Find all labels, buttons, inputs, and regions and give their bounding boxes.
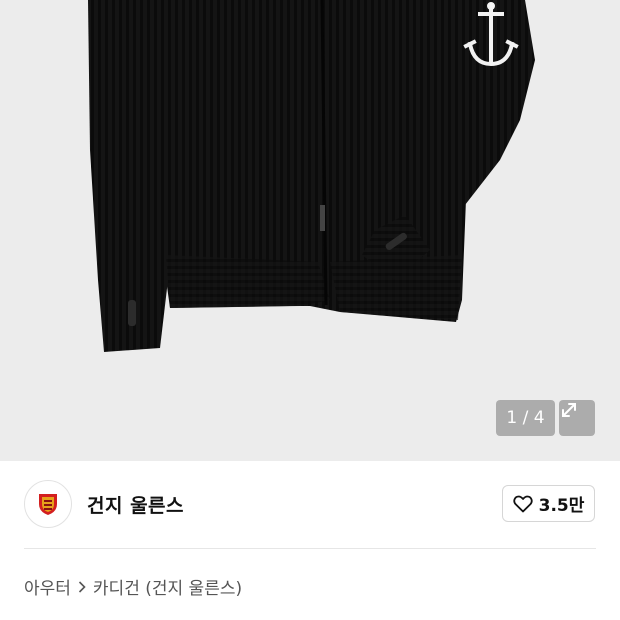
breadcrumb: 아우터 카디건 (건지 울른스) [24, 574, 242, 599]
product-title-partial [24, 612, 354, 620]
sweater-image [88, 0, 535, 352]
product-page: 1 / 4 건지 울른스 3.5만 아우터 카디건 (건지 울른스) [0, 0, 620, 620]
expand-arrows-icon [562, 403, 576, 417]
product-image-gallery[interactable]: 1 / 4 [0, 0, 620, 461]
breadcrumb-item-outer[interactable]: 아우터 [24, 574, 71, 599]
brand-name[interactable]: 건지 울른스 [87, 491, 184, 518]
like-button[interactable]: 3.5만 [502, 485, 595, 522]
divider [24, 548, 596, 549]
chevron-right-icon [78, 580, 86, 593]
expand-button[interactable] [559, 400, 595, 436]
crest-logo-icon [39, 494, 57, 515]
heart-outline-icon [512, 495, 533, 512]
like-count: 3.5만 [538, 496, 585, 516]
breadcrumb-item-cardigan[interactable]: 카디건 (건지 울른스) [93, 574, 242, 599]
brand-logo[interactable] [24, 480, 72, 528]
image-counter: 1 / 4 [496, 400, 555, 436]
brand-row: 건지 울른스 3.5만 [0, 461, 620, 549]
